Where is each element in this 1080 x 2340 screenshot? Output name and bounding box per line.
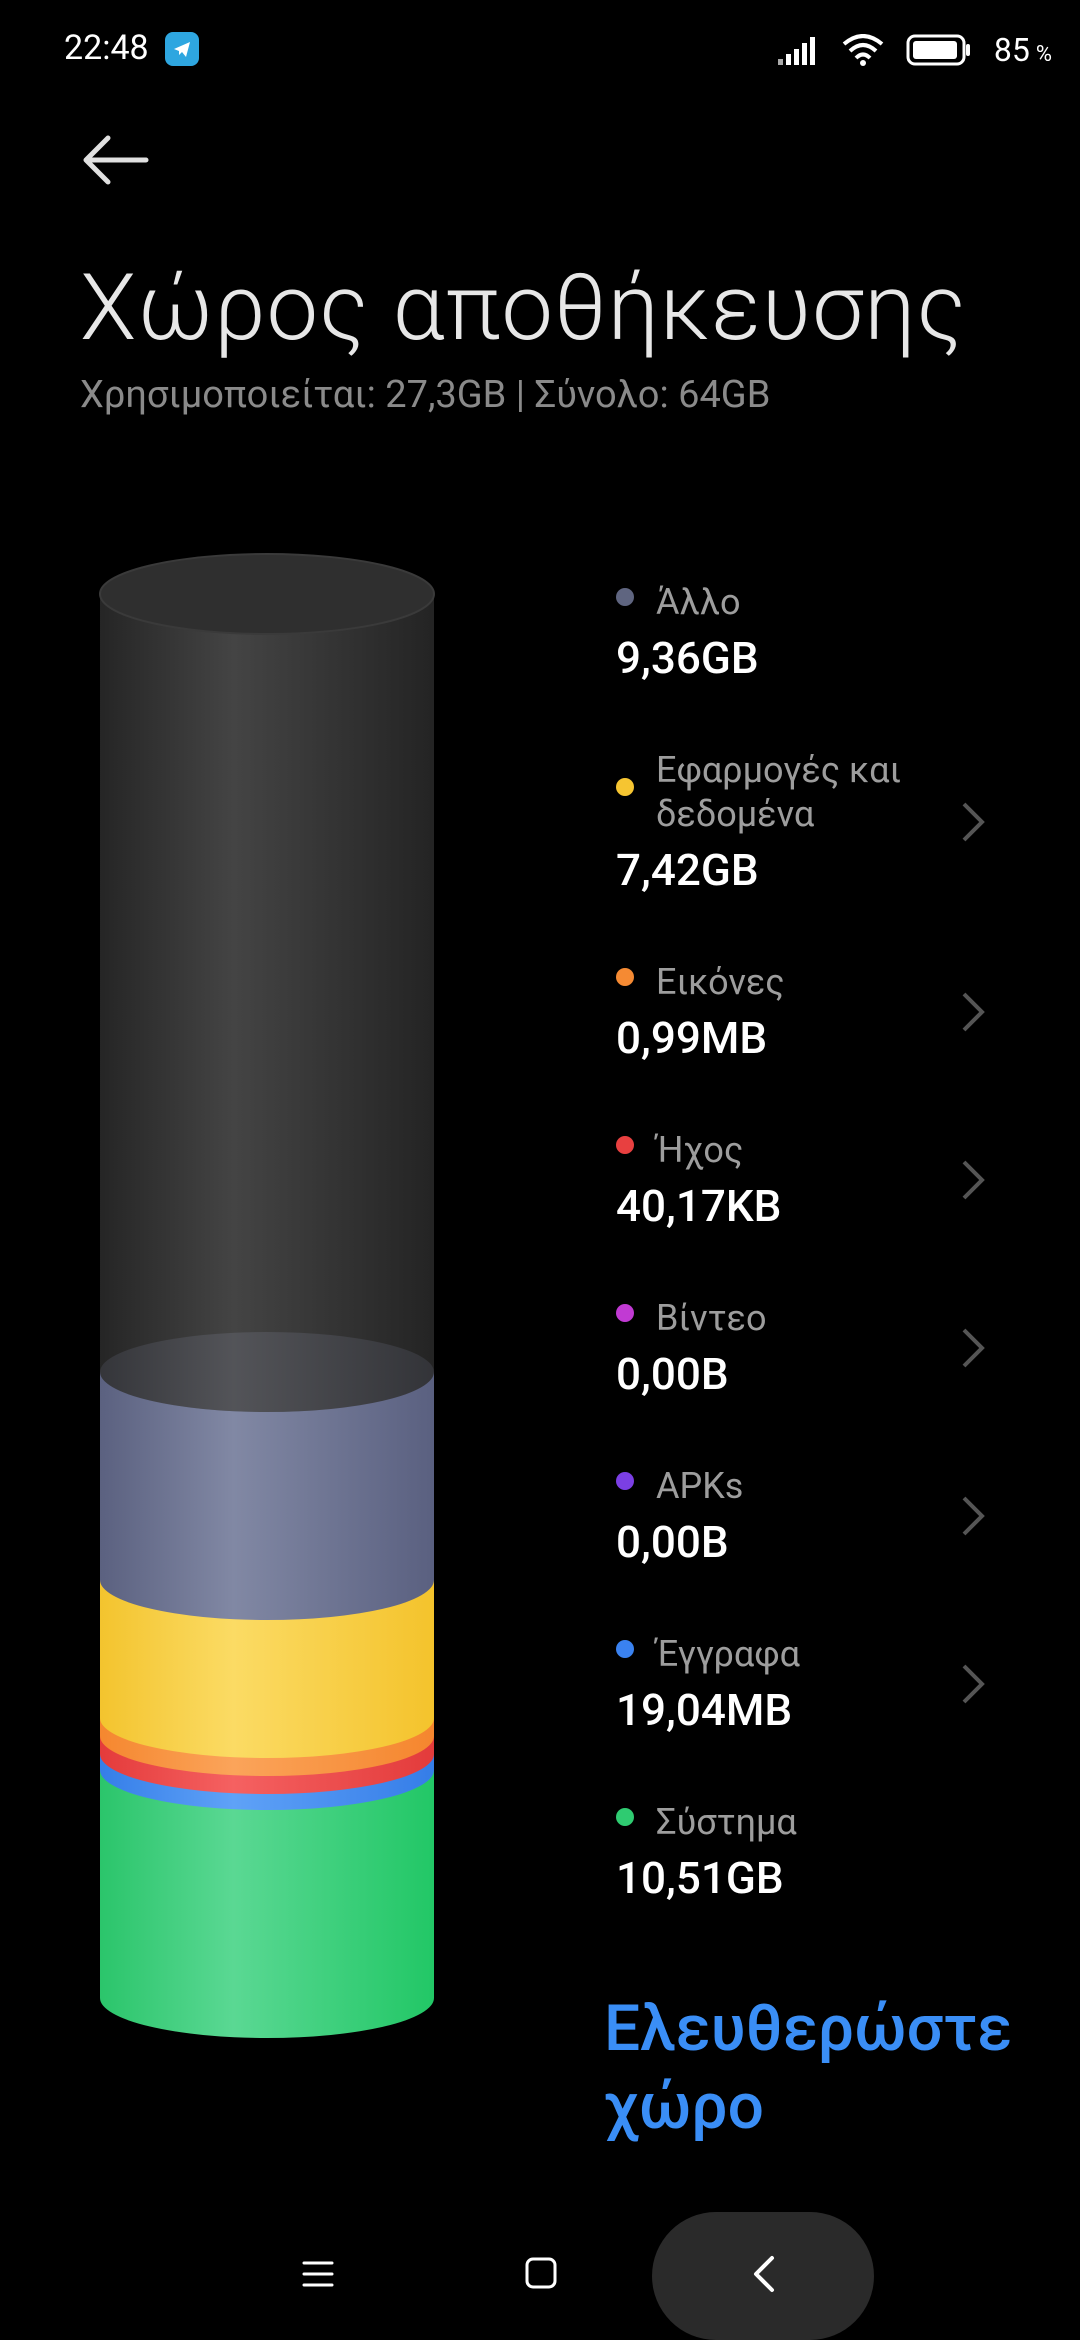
legend-value: 10,51GB (616, 1852, 784, 1904)
legend-value: 40,17KB (616, 1180, 782, 1232)
legend-label: APKs (656, 1465, 744, 1507)
chevron-right-icon (962, 802, 985, 842)
back-icon[interactable] (748, 2254, 778, 2294)
legend-label: Εικόνες (656, 961, 785, 1003)
free-up-space-button[interactable]: Ελευθερώστε χώρο (604, 1990, 1012, 2146)
video-color-dot (616, 1304, 634, 1322)
status-time: 22:48 (64, 28, 149, 68)
back-button[interactable] (82, 132, 152, 188)
chevron-right-icon (962, 992, 985, 1032)
telegram-icon (165, 32, 199, 66)
legend-value: 0,00B (616, 1516, 729, 1568)
system-color-dot (616, 1808, 634, 1826)
audio-color-dot (616, 1136, 634, 1154)
legend-label: Άλλο (656, 581, 741, 623)
page-title: Χώρος αποθήκευσης (80, 255, 967, 362)
home-icon[interactable] (524, 2256, 558, 2290)
chevron-right-icon (962, 1664, 985, 1704)
apps-color-dot (616, 778, 634, 796)
chevron-right-icon (962, 1328, 985, 1368)
battery-icon (906, 34, 970, 66)
legend-label: Έγγραφα (656, 1633, 800, 1675)
apks-color-dot (616, 1472, 634, 1490)
legend-label: Εφαρμογές και δεδομένα (656, 749, 902, 835)
wifi-icon (842, 34, 884, 66)
other-color-dot (616, 588, 634, 606)
storage-cylinder-chart (99, 553, 435, 2038)
images-color-dot (616, 968, 634, 986)
legend-label: Ήχος (656, 1129, 744, 1171)
battery-percent: 85% (993, 31, 1052, 69)
legend-value: 0,00B (616, 1348, 729, 1400)
legend-label: Βίντεο (656, 1297, 767, 1339)
chevron-right-icon (962, 1160, 985, 1200)
menu-icon[interactable] (300, 2256, 336, 2292)
documents-color-dot (616, 1640, 634, 1658)
signal-icon (777, 37, 815, 65)
segment-free (100, 594, 434, 1412)
legend-value: 9,36GB (616, 632, 759, 684)
storage-summary: Χρησιμοποιείται: 27,3GB | Σύνολο: 64GB (80, 373, 771, 417)
status-icons: 85% (777, 28, 1052, 72)
legend-value: 0,99MB (616, 1012, 768, 1064)
chevron-right-icon (962, 1496, 985, 1536)
arrow-left-icon (83, 135, 149, 185)
legend-value: 7,42GB (616, 844, 759, 896)
legend-label: Σύστημα (656, 1801, 797, 1843)
legend-value: 19,04MB (616, 1684, 793, 1736)
